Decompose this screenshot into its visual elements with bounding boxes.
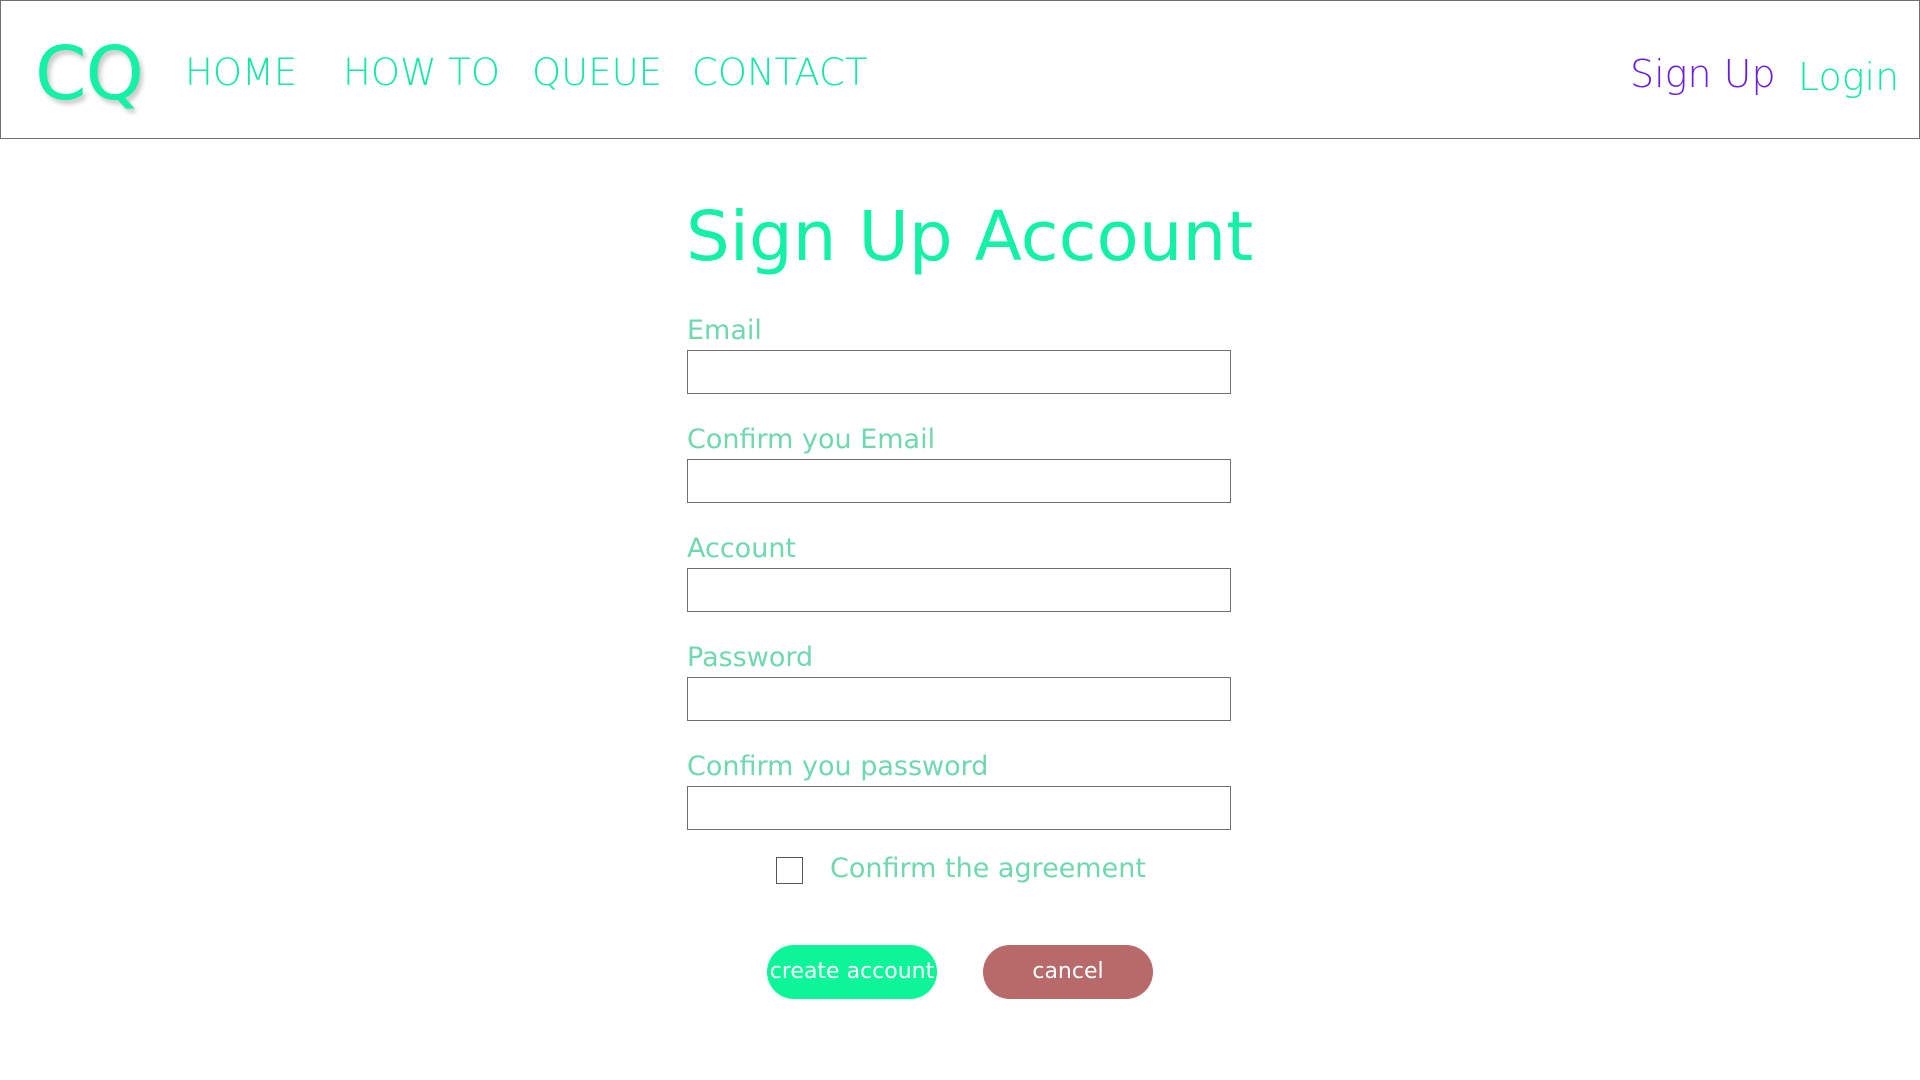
confirm-email-label: Confirm you Email (687, 424, 936, 455)
confirm-password-input[interactable] (687, 786, 1231, 830)
signup-link[interactable]: Sign Up (1630, 51, 1776, 97)
logo[interactable]: CQ (35, 29, 144, 119)
email-label: Email (687, 315, 762, 346)
nav-link-how-to[interactable]: HOW TO (343, 51, 500, 95)
confirm-password-label: Confirm you password (687, 751, 989, 782)
confirm-email-input[interactable] (687, 459, 1231, 503)
create-account-button[interactable]: create account (767, 945, 937, 999)
nav-link-home[interactable]: HOME (185, 51, 297, 95)
login-link[interactable]: Login (1798, 54, 1899, 100)
nav-link-queue[interactable]: QUEUE (532, 51, 662, 95)
account-input[interactable] (687, 568, 1231, 612)
password-label: Password (687, 642, 814, 673)
nav-link-contact[interactable]: CONTACT (692, 51, 867, 95)
cancel-button[interactable]: cancel (983, 945, 1153, 999)
page-title: Sign Up Account (686, 197, 1254, 277)
agreement-label: Confirm the agreement (830, 853, 1146, 884)
agreement-checkbox[interactable] (776, 857, 803, 884)
password-input[interactable] (687, 677, 1231, 721)
top-navbar: CQ HOME HOW TO QUEUE CONTACT Sign Up Log… (0, 0, 1920, 139)
account-label: Account (687, 533, 797, 564)
email-input[interactable] (687, 350, 1231, 394)
